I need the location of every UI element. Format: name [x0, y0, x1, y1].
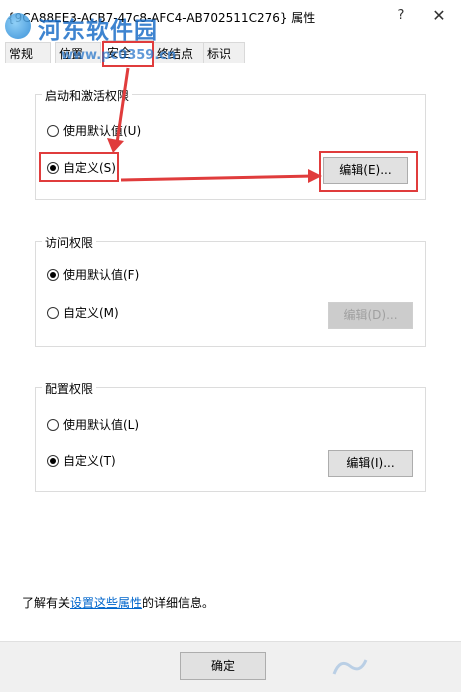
tab-endpoints[interactable]: 终结点	[153, 42, 204, 64]
security-panel: 启动和激活权限 使用默认值(U) 自定义(S) 编辑(E)... 访问权限 使用…	[0, 63, 461, 641]
radio-unchecked-icon	[47, 418, 59, 431]
tab-general[interactable]: 常规	[5, 42, 51, 64]
access-edit-button[interactable]: 编辑(D)...	[328, 302, 413, 329]
config-permissions-group: 配置权限 使用默认值(L) 自定义(T) 编辑(I)...	[35, 380, 426, 492]
config-default-radio[interactable]: 使用默认值(L)	[47, 416, 139, 434]
radio-unchecked-icon	[47, 124, 59, 137]
window-title: {9CA88EE3-ACB7-47c8-AFC4-AB702511C276} 属…	[7, 11, 316, 25]
settings-help-link[interactable]: 设置这些属性	[70, 596, 142, 610]
radio-checked-icon	[47, 161, 59, 174]
access-permissions-legend: 访问权限	[42, 234, 97, 251]
config-permissions-legend: 配置权限	[42, 380, 97, 397]
radio-checked-icon	[47, 454, 59, 467]
help-button[interactable]: ?	[388, 4, 414, 28]
access-permissions-group: 访问权限 使用默认值(F) 自定义(M) 编辑(D)...	[35, 234, 426, 347]
more-info-text: 了解有关设置这些属性的详细信息。	[22, 594, 214, 611]
launch-custom-radio[interactable]: 自定义(S)	[47, 159, 116, 177]
config-default-label: 使用默认值(L)	[63, 418, 140, 432]
config-custom-radio[interactable]: 自定义(T)	[47, 452, 116, 470]
config-edit-button[interactable]: 编辑(I)...	[328, 450, 413, 477]
access-default-radio[interactable]: 使用默认值(F)	[47, 266, 139, 284]
title-bar: {9CA88EE3-ACB7-47c8-AFC4-AB702511C276} 属…	[0, 0, 461, 33]
access-custom-label: 自定义(M)	[63, 306, 119, 320]
launch-edit-button[interactable]: 编辑(E)...	[323, 157, 408, 184]
launch-default-label: 使用默认值(U)	[63, 124, 142, 138]
tab-strip: 常规 位置 安全 终结点 标识	[0, 40, 461, 64]
tab-identity[interactable]: 标识	[203, 42, 245, 64]
access-custom-radio[interactable]: 自定义(M)	[47, 304, 119, 322]
tab-location[interactable]: 位置	[55, 42, 101, 64]
close-button[interactable]: ✕	[426, 4, 452, 28]
launch-default-radio[interactable]: 使用默认值(U)	[47, 122, 141, 140]
tab-security[interactable]: 安全	[103, 40, 153, 64]
radio-unchecked-icon	[47, 306, 59, 319]
more-info-suffix: 的详细信息。	[142, 596, 215, 610]
radio-checked-icon	[47, 268, 59, 281]
more-info-prefix: 了解有关	[22, 596, 71, 610]
config-custom-label: 自定义(T)	[63, 454, 116, 468]
dialog-button-bar: 确定	[0, 642, 461, 692]
access-default-label: 使用默认值(F)	[63, 268, 140, 282]
launch-permissions-legend: 启动和激活权限	[42, 87, 133, 104]
ok-button[interactable]: 确定	[180, 652, 266, 680]
launch-custom-label: 自定义(S)	[63, 161, 116, 175]
launch-permissions-group: 启动和激活权限 使用默认值(U) 自定义(S) 编辑(E)...	[35, 87, 426, 200]
